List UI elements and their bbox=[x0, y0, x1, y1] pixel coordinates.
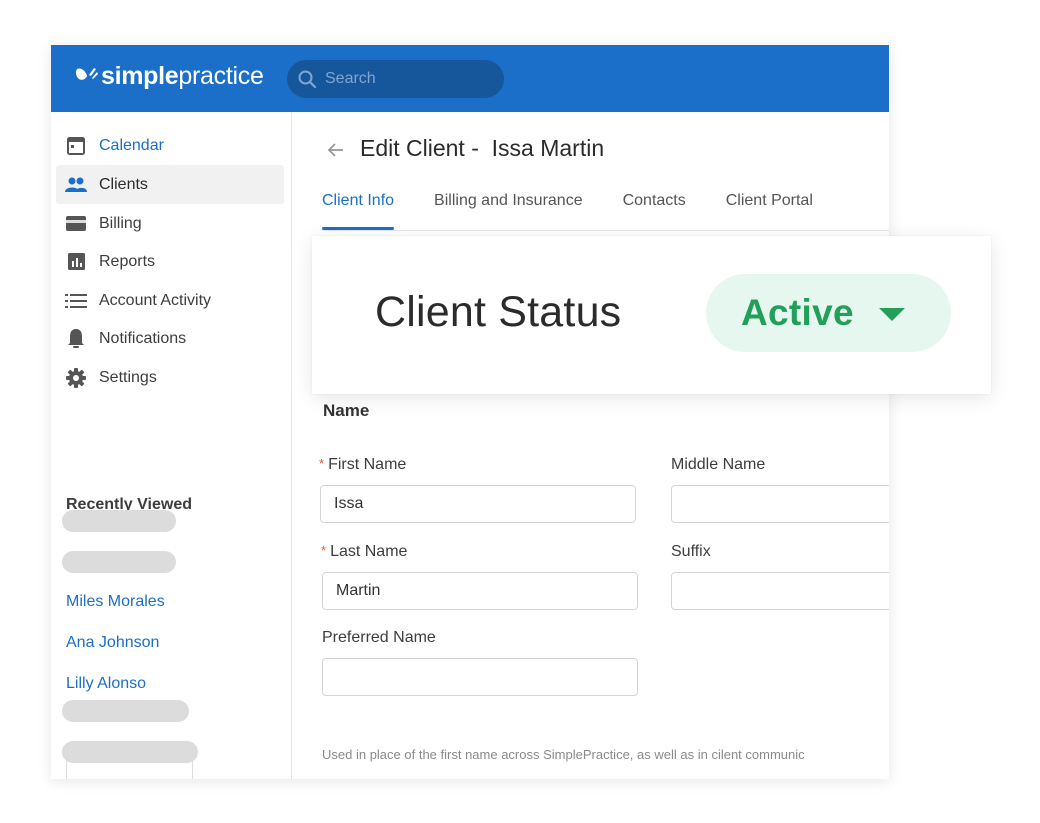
name-section-title: Name bbox=[323, 401, 370, 420]
sidebar-item-calendar[interactable]: Calendar bbox=[56, 126, 284, 165]
client-status-label: Client Status bbox=[375, 288, 622, 336]
recent-client-link[interactable]: Miles Morales bbox=[66, 593, 165, 611]
first-name-label: * First Name bbox=[319, 456, 406, 474]
required-marker: * bbox=[321, 543, 327, 558]
sidebar-item-label: Calendar bbox=[99, 136, 164, 154]
search-bar[interactable] bbox=[287, 60, 504, 98]
preferred-name-input[interactable] bbox=[322, 658, 638, 696]
sidebar-item-settings[interactable]: Settings bbox=[56, 358, 284, 397]
tab-client-info[interactable]: Client Info bbox=[322, 192, 395, 230]
client-status-dropdown[interactable]: Active bbox=[706, 274, 951, 352]
sidebar: Calendar Clients Billing Reports Account… bbox=[51, 112, 292, 779]
placeholder-recent-item bbox=[62, 700, 189, 722]
middle-name-input[interactable] bbox=[671, 485, 889, 523]
first-name-input[interactable] bbox=[320, 485, 636, 523]
tab-contacts[interactable]: Contacts bbox=[623, 192, 686, 230]
gear-icon bbox=[65, 367, 87, 389]
sidebar-item-label: Account Activity bbox=[99, 291, 212, 309]
recent-client-link[interactable]: Ana Johnson bbox=[66, 634, 159, 652]
brand-logo[interactable]: simple practice bbox=[75, 62, 264, 91]
sidebar-item-label: Settings bbox=[99, 368, 157, 386]
placeholder-recent-item bbox=[62, 510, 176, 532]
caret-down-icon bbox=[878, 308, 905, 321]
suffix-input[interactable] bbox=[671, 572, 889, 610]
recent-client-link[interactable]: Lilly Alonso bbox=[66, 675, 146, 693]
sidebar-item-label: Billing bbox=[99, 214, 142, 232]
sidebar-item-notifications[interactable]: Notifications bbox=[56, 319, 284, 358]
sidebar-item-label: Clients bbox=[99, 175, 148, 193]
sidebar-item-reports[interactable]: Reports bbox=[56, 242, 284, 281]
search-input[interactable] bbox=[325, 70, 485, 88]
tab-bar: Client Info Billing and Insurance Contac… bbox=[322, 192, 853, 232]
client-status-card: Client Status Active bbox=[312, 236, 991, 394]
clients-icon bbox=[65, 174, 87, 196]
placeholder-recent-item bbox=[62, 551, 176, 573]
butterfly-logo-icon bbox=[75, 67, 98, 80]
sidebar-item-label: Notifications bbox=[99, 329, 187, 347]
brand-name-bold: simple bbox=[101, 62, 179, 90]
client-status-value: Active bbox=[741, 292, 854, 333]
app-window: simplepractice Calendar Clients bbox=[51, 45, 889, 779]
sidebar-item-account-activity[interactable]: Account Activity bbox=[56, 281, 284, 320]
sidebar-item-billing[interactable]: Billing bbox=[56, 204, 284, 243]
calendar-icon bbox=[65, 135, 87, 157]
required-marker: * bbox=[319, 456, 325, 471]
last-name-input[interactable] bbox=[322, 572, 638, 610]
tab-divider bbox=[322, 230, 889, 231]
tab-billing-and-insurance[interactable]: Billing and Insurance bbox=[434, 192, 583, 230]
search-icon bbox=[298, 70, 317, 89]
preferred-name-label: Preferred Name bbox=[322, 629, 436, 646]
list-icon bbox=[65, 290, 87, 312]
middle-name-label: Middle Name bbox=[671, 456, 766, 473]
suffix-label: Suffix bbox=[671, 543, 711, 560]
main-content: Edit Client - Issa Martin Client Info Bi… bbox=[293, 112, 889, 779]
top-bar: simple practice bbox=[51, 45, 889, 112]
sidebar-item-label: Reports bbox=[99, 252, 156, 270]
brand-name-light: practice bbox=[178, 62, 264, 90]
preferred-name-hint: Used in place of the first name across S… bbox=[322, 747, 805, 762]
sidebar-item-clients[interactable]: Clients bbox=[56, 165, 284, 204]
last-name-label: * Last Name bbox=[321, 543, 407, 561]
billing-card-icon bbox=[65, 213, 87, 235]
bell-icon bbox=[65, 328, 87, 350]
reports-chart-icon bbox=[65, 251, 87, 273]
arrow-left-icon[interactable] bbox=[326, 140, 346, 160]
first-name-label-text: First Name bbox=[328, 456, 407, 473]
last-name-label-text: Last Name bbox=[330, 543, 408, 560]
placeholder-recent-item bbox=[62, 741, 198, 763]
tab-client-portal[interactable]: Client Portal bbox=[726, 192, 813, 230]
page-title: Edit Client - Issa Martin bbox=[360, 135, 605, 161]
